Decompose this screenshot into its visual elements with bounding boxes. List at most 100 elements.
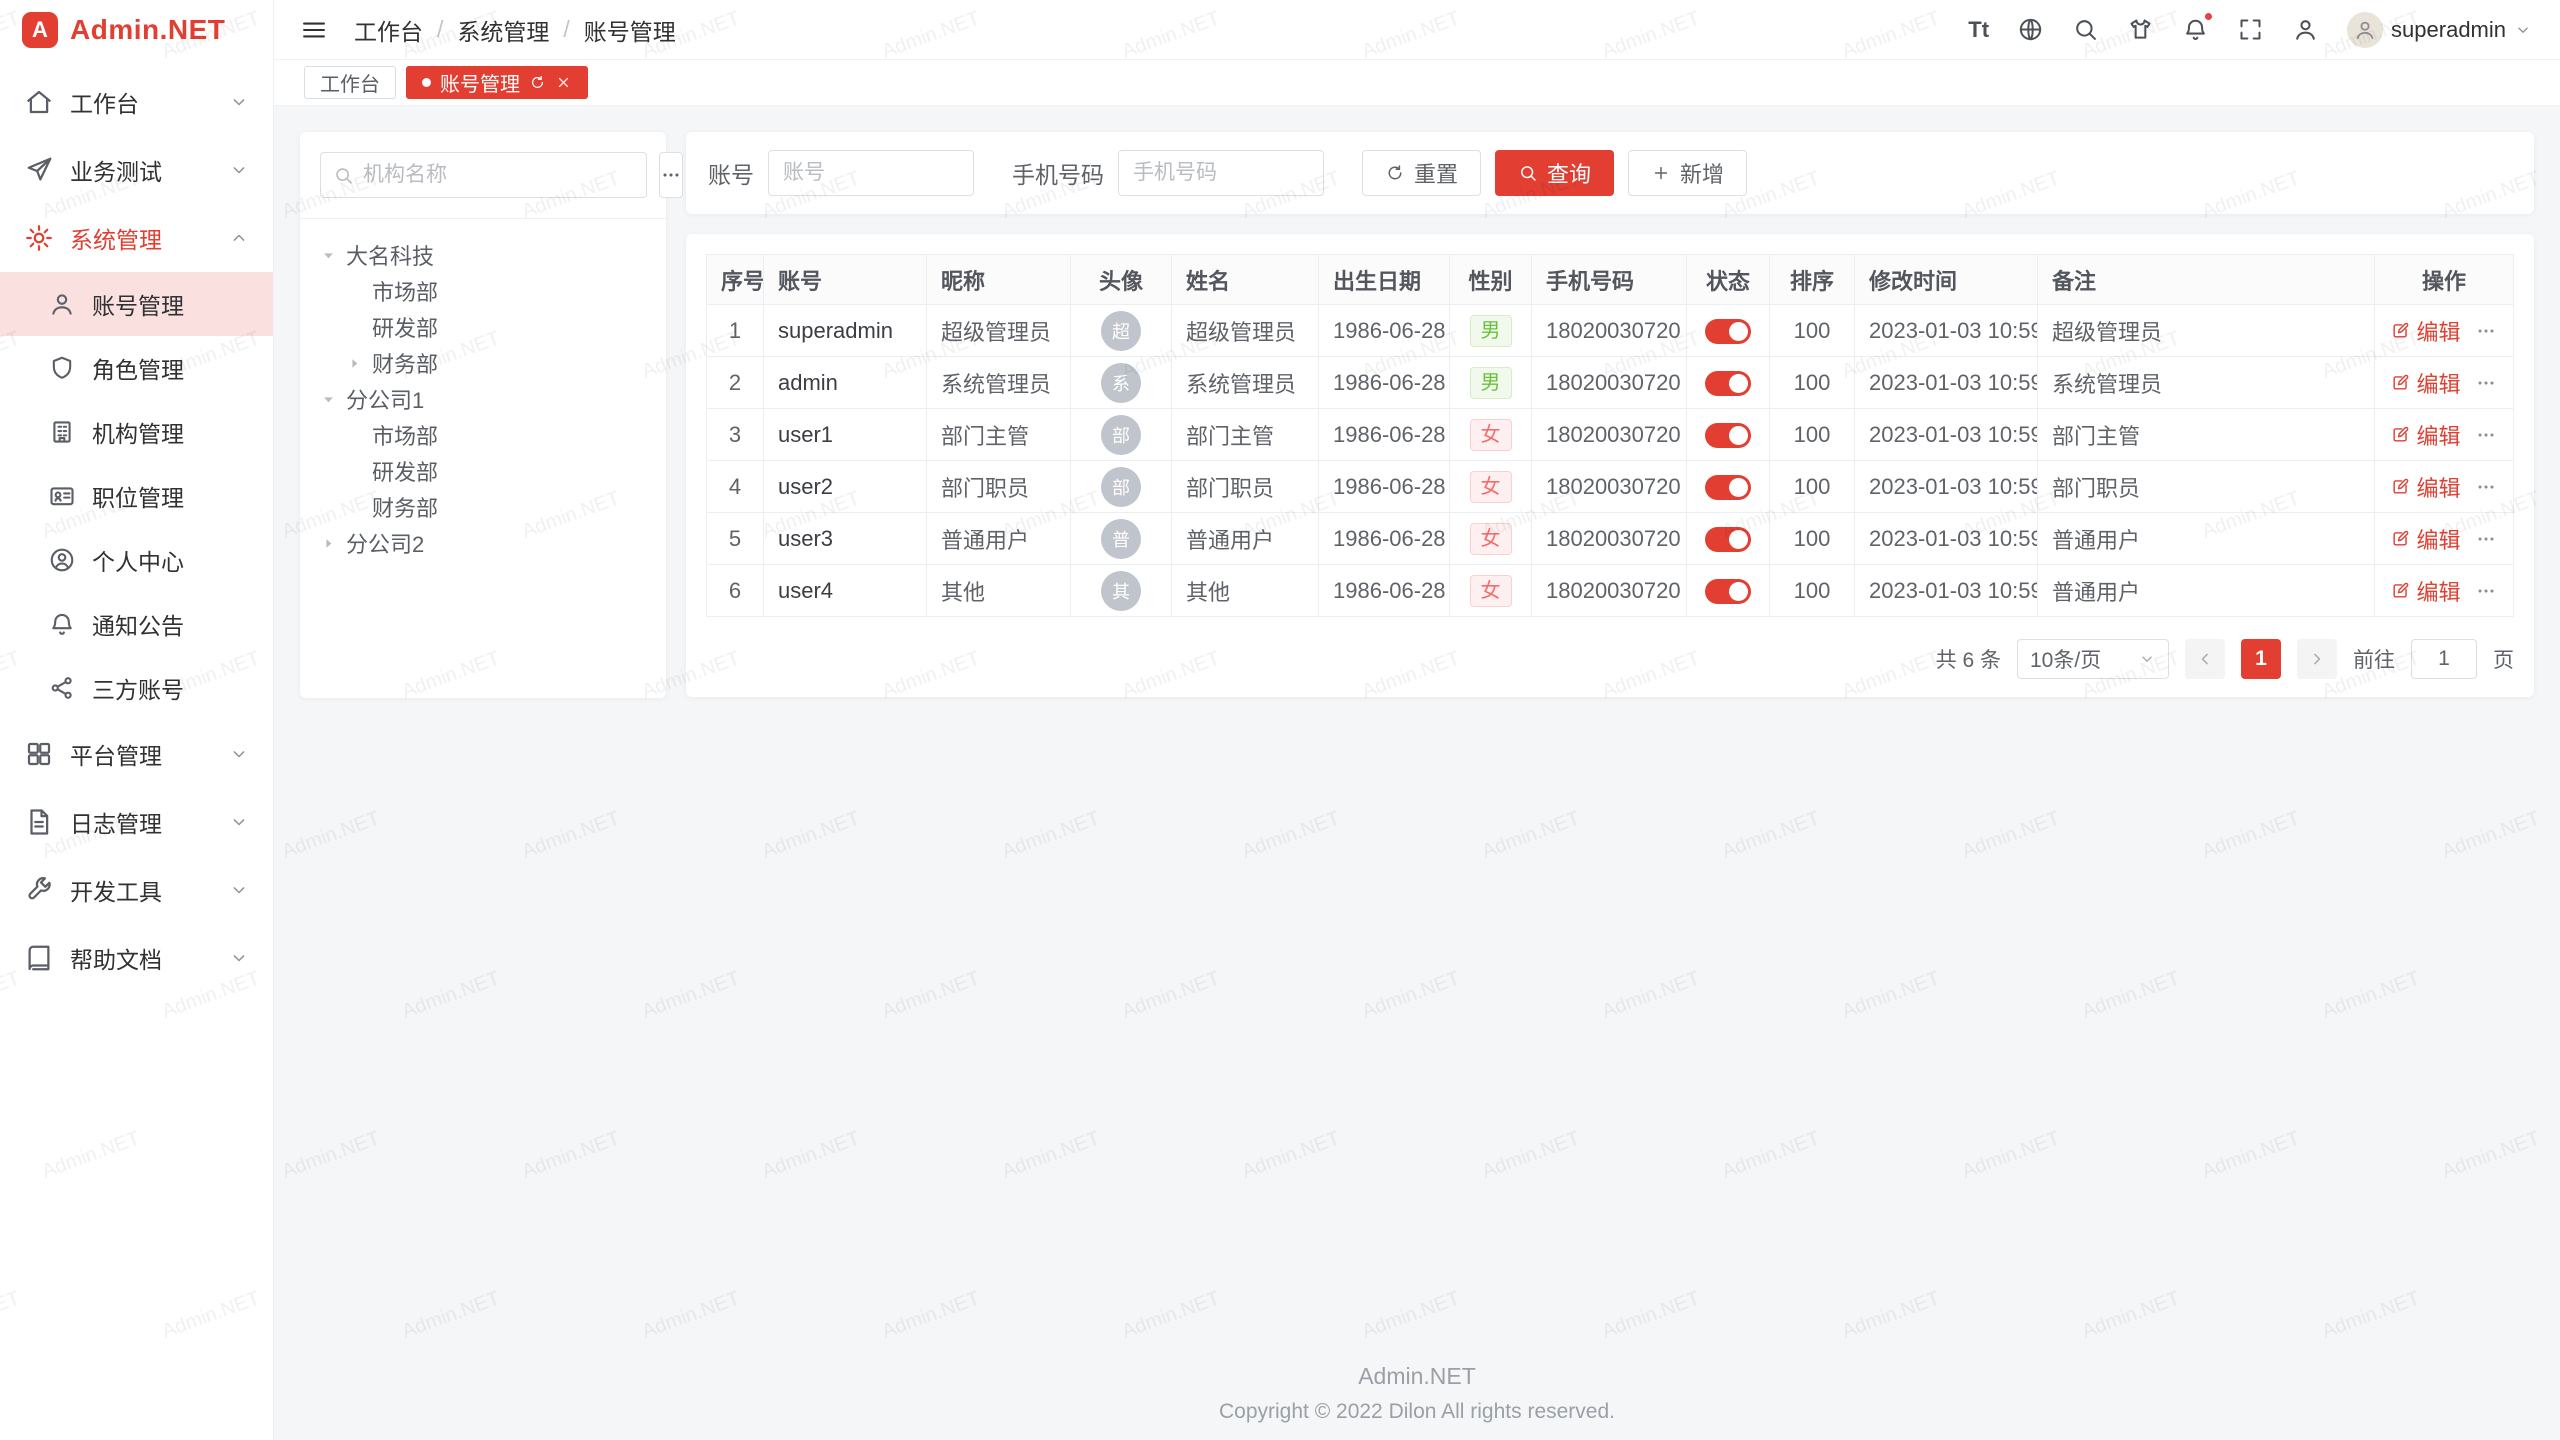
sidebar-item-platform-mgmt[interactable]: 平台管理	[0, 720, 273, 788]
page-size-select[interactable]: 10条/页	[2017, 639, 2169, 679]
tree-node[interactable]: 研发部	[320, 453, 646, 489]
tree-node[interactable]: 大名科技	[320, 237, 646, 273]
sidebar-item-dev-tools[interactable]: 开发工具	[0, 856, 273, 924]
app-logo[interactable]: A Admin.NET	[0, 0, 273, 60]
edit-button[interactable]: 编辑	[2391, 419, 2460, 451]
breadcrumb-item[interactable]: 账号管理	[584, 13, 676, 47]
cell-remark: 超级管理员	[2038, 305, 2375, 357]
status-toggle[interactable]	[1705, 579, 1751, 604]
cell-avatar: 超	[1071, 305, 1172, 357]
account-input[interactable]	[768, 150, 974, 196]
sidebar-item-help-docs[interactable]: 帮助文档	[0, 924, 273, 992]
sidebar-item-business-test[interactable]: 业务测试	[0, 136, 273, 204]
cell-remark: 普通用户	[2038, 565, 2375, 617]
edit-button[interactable]: 编辑	[2391, 575, 2460, 607]
table-row: 5user3普通用户普普通用户1986-06-28女18020030720100…	[707, 513, 2514, 565]
tree-node[interactable]: 分公司1	[320, 381, 646, 417]
sidebar-item-account-mgmt[interactable]: 账号管理	[0, 272, 273, 336]
sidebar-item-log-mgmt[interactable]: 日志管理	[0, 788, 273, 856]
tree-more-button[interactable]	[659, 152, 683, 198]
cell-avatar: 部	[1071, 461, 1172, 513]
row-more-button[interactable]	[2475, 424, 2497, 446]
profile-icon[interactable]	[2292, 16, 2319, 43]
sidebar-item-org-mgmt[interactable]: 机构管理	[0, 400, 273, 464]
phone-label: 手机号码	[1012, 156, 1104, 190]
sidebar-item-position-mgmt[interactable]: 职位管理	[0, 464, 273, 528]
next-page-button[interactable]	[2297, 639, 2337, 679]
caret-placeholder	[346, 282, 372, 300]
search-button[interactable]: 查询	[1495, 150, 1614, 196]
tree-node-label: 财务部	[372, 347, 438, 379]
font-size-icon[interactable]: Tt	[1968, 16, 1989, 43]
collapse-menu-icon[interactable]	[300, 16, 328, 44]
edit-icon	[2391, 321, 2410, 340]
sidebar-item-system-mgmt[interactable]: 系统管理	[0, 204, 273, 272]
sidebar-item-third-party-account[interactable]: 三方账号	[0, 656, 273, 720]
cell-actions: 编辑	[2375, 461, 2514, 513]
page-number-button[interactable]: 1	[2241, 639, 2281, 679]
tree-node[interactable]: 市场部	[320, 417, 646, 453]
theme-icon[interactable]	[2127, 16, 2154, 43]
user-menu[interactable]: superadmin	[2347, 12, 2532, 48]
cell-actions: 编辑	[2375, 513, 2514, 565]
notification-icon[interactable]	[2182, 16, 2209, 43]
tab-workbench[interactable]: 工作台	[304, 66, 396, 99]
status-toggle[interactable]	[1705, 371, 1751, 396]
add-button[interactable]: 新增	[1628, 150, 1747, 196]
cell-account: user4	[764, 565, 927, 617]
edit-icon	[2391, 373, 2410, 392]
tree-node[interactable]: 市场部	[320, 273, 646, 309]
cell-phone: 18020030720	[1532, 357, 1687, 409]
breadcrumb-item[interactable]: 工作台	[354, 13, 423, 47]
tab-close-icon[interactable]	[555, 74, 572, 91]
fullscreen-icon[interactable]	[2237, 16, 2264, 43]
cell-avatar: 系	[1071, 357, 1172, 409]
row-more-button[interactable]	[2475, 476, 2497, 498]
column-header: 昵称	[927, 255, 1071, 305]
row-avatar: 其	[1101, 571, 1141, 611]
tab-refresh-icon[interactable]	[529, 74, 546, 91]
breadcrumb-item[interactable]: 系统管理	[457, 13, 549, 47]
status-toggle[interactable]	[1705, 527, 1751, 552]
tree-node[interactable]: 分公司2	[320, 525, 646, 561]
row-more-button[interactable]	[2475, 372, 2497, 394]
tab-active-dot	[422, 78, 431, 87]
status-toggle[interactable]	[1705, 319, 1751, 344]
search-icon[interactable]	[2072, 16, 2099, 43]
cell-birthdate: 1986-06-28	[1319, 409, 1450, 461]
tab-account-mgmt[interactable]: 账号管理	[406, 66, 588, 99]
goto-page-input[interactable]	[2411, 639, 2477, 679]
edit-button[interactable]: 编辑	[2391, 367, 2460, 399]
row-more-button[interactable]	[2475, 580, 2497, 602]
phone-input[interactable]	[1118, 150, 1324, 196]
chevron-down-icon	[229, 812, 249, 832]
tree-node-label: 研发部	[372, 311, 438, 343]
sidebar-item-label: 日志管理	[70, 805, 229, 839]
edit-button[interactable]: 编辑	[2391, 471, 2460, 503]
tree-node[interactable]: 研发部	[320, 309, 646, 345]
sidebar-item-role-mgmt[interactable]: 角色管理	[0, 336, 273, 400]
column-header: 性别	[1450, 255, 1532, 305]
org-search-input[interactable]	[363, 163, 634, 187]
row-more-button[interactable]	[2475, 528, 2497, 550]
status-toggle[interactable]	[1705, 423, 1751, 448]
edit-button[interactable]: 编辑	[2391, 523, 2460, 555]
cell-account: superadmin	[764, 305, 927, 357]
cell-actions: 编辑	[2375, 357, 2514, 409]
sidebar-item-profile-center[interactable]: 个人中心	[0, 528, 273, 592]
edit-icon	[2391, 529, 2410, 548]
tree-node[interactable]: 财务部	[320, 345, 646, 381]
cell-name: 普通用户	[1172, 513, 1319, 565]
cell-index: 6	[707, 565, 764, 617]
prev-page-button[interactable]	[2185, 639, 2225, 679]
sidebar-item-notice[interactable]: 通知公告	[0, 592, 273, 656]
locale-icon[interactable]	[2017, 16, 2044, 43]
status-toggle[interactable]	[1705, 475, 1751, 500]
breadcrumb-separator: /	[563, 16, 569, 43]
row-more-button[interactable]	[2475, 320, 2497, 342]
tree-node[interactable]: 财务部	[320, 489, 646, 525]
edit-button[interactable]: 编辑	[2391, 315, 2460, 347]
book-icon	[24, 943, 54, 973]
sidebar-item-workbench[interactable]: 工作台	[0, 68, 273, 136]
reset-button[interactable]: 重置	[1362, 150, 1481, 196]
